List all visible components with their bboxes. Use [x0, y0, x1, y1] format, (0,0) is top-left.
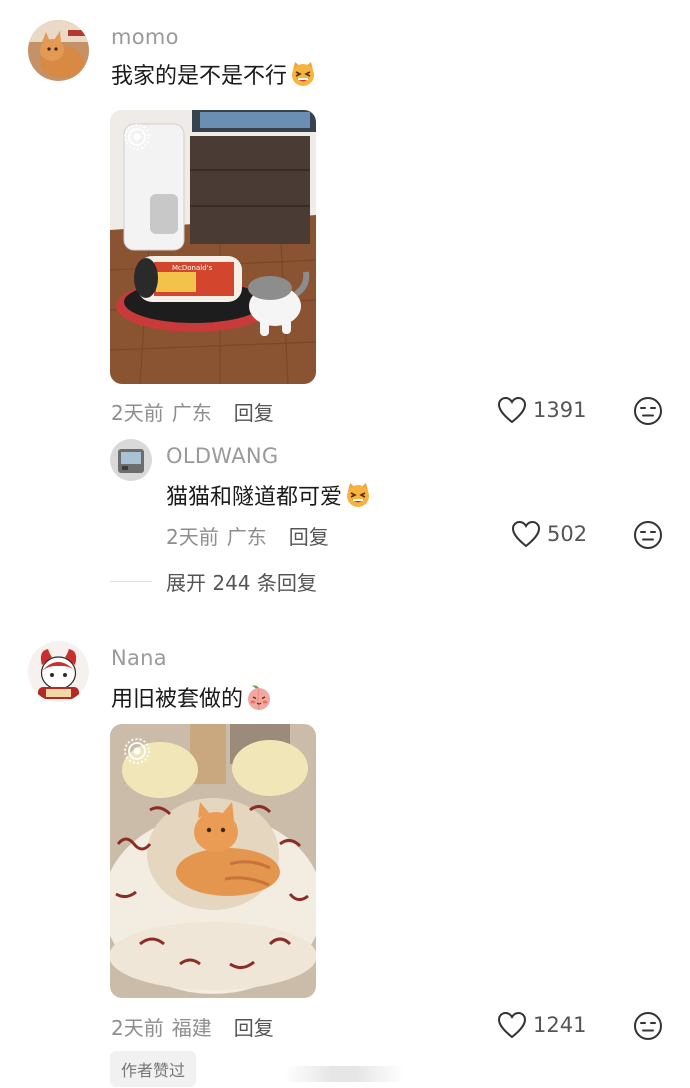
heart-outline-icon	[497, 396, 527, 424]
expand-replies-label: 展开 244 条回复	[166, 571, 317, 595]
like-button[interactable]: 1391	[497, 396, 586, 424]
loading-placeholder	[284, 1066, 404, 1082]
comment-text: 我家的是不是不行	[111, 58, 317, 90]
neutral-face-icon[interactable]	[633, 396, 663, 426]
comment-username[interactable]: Nana	[111, 646, 167, 670]
neutral-face-icon[interactable]	[633, 1011, 663, 1041]
comment-photo-cat-tunnel[interactable]: McDonald's	[110, 110, 316, 384]
live-photo-icon	[122, 122, 152, 152]
reply-time: 2天前	[166, 525, 219, 549]
reply-button[interactable]: 回复	[234, 1012, 274, 1041]
photo-brand-text: McDonald's	[172, 264, 213, 272]
comment-body: 我家的是不是不行	[111, 64, 288, 89]
like-count: 1241	[533, 1013, 587, 1037]
chibi-avatar-image	[28, 641, 89, 702]
live-photo-icon	[122, 736, 152, 766]
comment-body: 用旧被套做的	[111, 687, 244, 712]
grinning-cat-squint-emoji	[289, 60, 317, 88]
reply-like-count: 502	[547, 522, 588, 546]
reply-button[interactable]: 回复	[234, 397, 274, 426]
comment-username[interactable]: momo	[111, 25, 179, 49]
comment-location: 广东	[171, 401, 212, 425]
reply-body: 猫猫和隧道都可爱	[166, 485, 343, 510]
author-liked-badge: 作者赞过	[110, 1051, 197, 1087]
like-button[interactable]: 1241	[497, 1011, 586, 1039]
device-avatar-image	[110, 439, 152, 481]
reply-username[interactable]: OLDWANG	[166, 444, 278, 468]
reply-location: 广东	[226, 525, 267, 549]
neutral-face-icon[interactable]	[633, 520, 663, 550]
avatar-nana[interactable]	[28, 641, 89, 702]
reply-meta: 2天前 广东 回复	[166, 521, 329, 550]
cat-avatar-image	[28, 20, 89, 81]
comment-photo-cat-bed[interactable]	[110, 724, 316, 998]
avatar-momo[interactable]	[28, 20, 89, 81]
grinning-cat-squint-emoji	[344, 481, 372, 509]
comment-meta: 2天前 广东 回复	[111, 397, 274, 426]
reply-like-button[interactable]: 502	[511, 520, 587, 548]
expand-divider	[110, 581, 152, 582]
comment-time: 2天前	[111, 1016, 164, 1040]
avatar-oldwang[interactable]	[110, 439, 152, 481]
comment-location: 福建	[171, 1016, 212, 1040]
comment-meta: 2天前 福建 回复	[111, 1012, 274, 1041]
like-count: 1391	[533, 398, 587, 422]
peach-blush-emoji	[245, 683, 273, 711]
comment-text: 用旧被套做的	[111, 681, 273, 713]
comment-time: 2天前	[111, 401, 164, 425]
expand-replies-button[interactable]: 展开 244 条回复	[110, 567, 317, 596]
reply-text: 猫猫和隧道都可爱	[166, 479, 372, 511]
reply-reply-button[interactable]: 回复	[289, 521, 329, 550]
heart-outline-icon	[511, 520, 541, 548]
heart-outline-icon	[497, 1011, 527, 1039]
